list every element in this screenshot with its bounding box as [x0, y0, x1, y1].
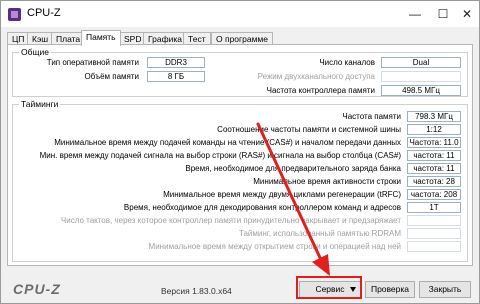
timing-value [407, 241, 461, 252]
timing-value: 1:12 [407, 124, 461, 135]
timing-label: Минимальное время между открытием строки… [148, 242, 401, 251]
memory-size-value: 8 ГБ [147, 71, 205, 82]
timing-value: частота: 28 [407, 176, 461, 187]
general-group-title: Общие [19, 47, 51, 57]
timing-value: частота: 11 [407, 163, 461, 174]
cpuz-logo: CPU-Z [13, 281, 61, 297]
timing-label: Минимальное время между подачей команды … [54, 138, 401, 147]
version-text: Версия 1.83.0.x64 [161, 286, 232, 296]
general-group: Общие Тип оперативной памяти DDR3 Объём … [12, 47, 468, 97]
dc-mode-value [381, 71, 461, 82]
timing-label: Время, необходимое для предварительного … [185, 164, 401, 173]
timings-group-title: Тайминги [19, 99, 61, 109]
timing-value: 798.3 МГц [407, 111, 461, 122]
annotation-highlight-frame [296, 276, 362, 299]
timing-label: Число тактов, через которое контроллер п… [60, 216, 401, 225]
timing-label: Тайминг, использованный памятью RDRAM [238, 229, 401, 238]
memory-size-label: Объём памяти [84, 72, 139, 81]
timing-label: Соотношение частоты памяти и системной ш… [217, 125, 401, 134]
memory-panel: Общие Тип оперативной памяти DDR3 Объём … [7, 44, 473, 266]
tab-memory[interactable]: Память [81, 30, 121, 46]
timing-value: Частота: 11.0 [407, 137, 461, 148]
dc-mode-label: Режим двухканального доступа [257, 72, 375, 81]
timing-value: частота: 208 [407, 189, 461, 200]
footer-bar: CPU-Z Версия 1.83.0.x64 Сервис Проверка … [1, 269, 479, 303]
memory-type-value: DDR3 [147, 57, 205, 68]
channels-value: Dual [381, 57, 461, 68]
timing-label: Мин. время между подачей сигнала на выбо… [39, 151, 401, 160]
window-title: CPU-Z [27, 7, 61, 19]
close-button[interactable]: Закрыть [419, 281, 471, 298]
nb-frequency-label: Частота контроллера памяти [266, 86, 375, 95]
timing-label: Частота памяти [342, 112, 401, 121]
channels-label: Число каналов [319, 58, 375, 67]
timing-value: частота: 11 [407, 150, 461, 161]
close-window-button[interactable]: ✕ [453, 4, 480, 24]
cpuz-app-icon [8, 8, 21, 21]
timing-label: Минимальное время между двумя циклами ре… [163, 190, 401, 199]
nb-frequency-value: 498.5 МГц [381, 85, 461, 96]
minimize-button[interactable]: — [401, 4, 429, 24]
title-bar: CPU-Z — ☐ ✕ [1, 1, 479, 27]
cpuz-window: CPU-Z — ☐ ✕ ЦП Кэш Плата Память SPD Граф… [0, 0, 480, 304]
validate-button[interactable]: Проверка [365, 281, 415, 298]
timing-value [407, 228, 461, 239]
timing-label: Минимальное время активности строки [253, 177, 401, 186]
timing-label: Время, необходимое для декодирования кон… [123, 203, 401, 212]
timings-group: Тайминги Частота памяти 798.3 МГц Соотно… [12, 99, 468, 262]
timing-value [407, 215, 461, 226]
timing-value: 1T [407, 202, 461, 213]
memory-type-label: Тип оперативной памяти [46, 58, 139, 67]
